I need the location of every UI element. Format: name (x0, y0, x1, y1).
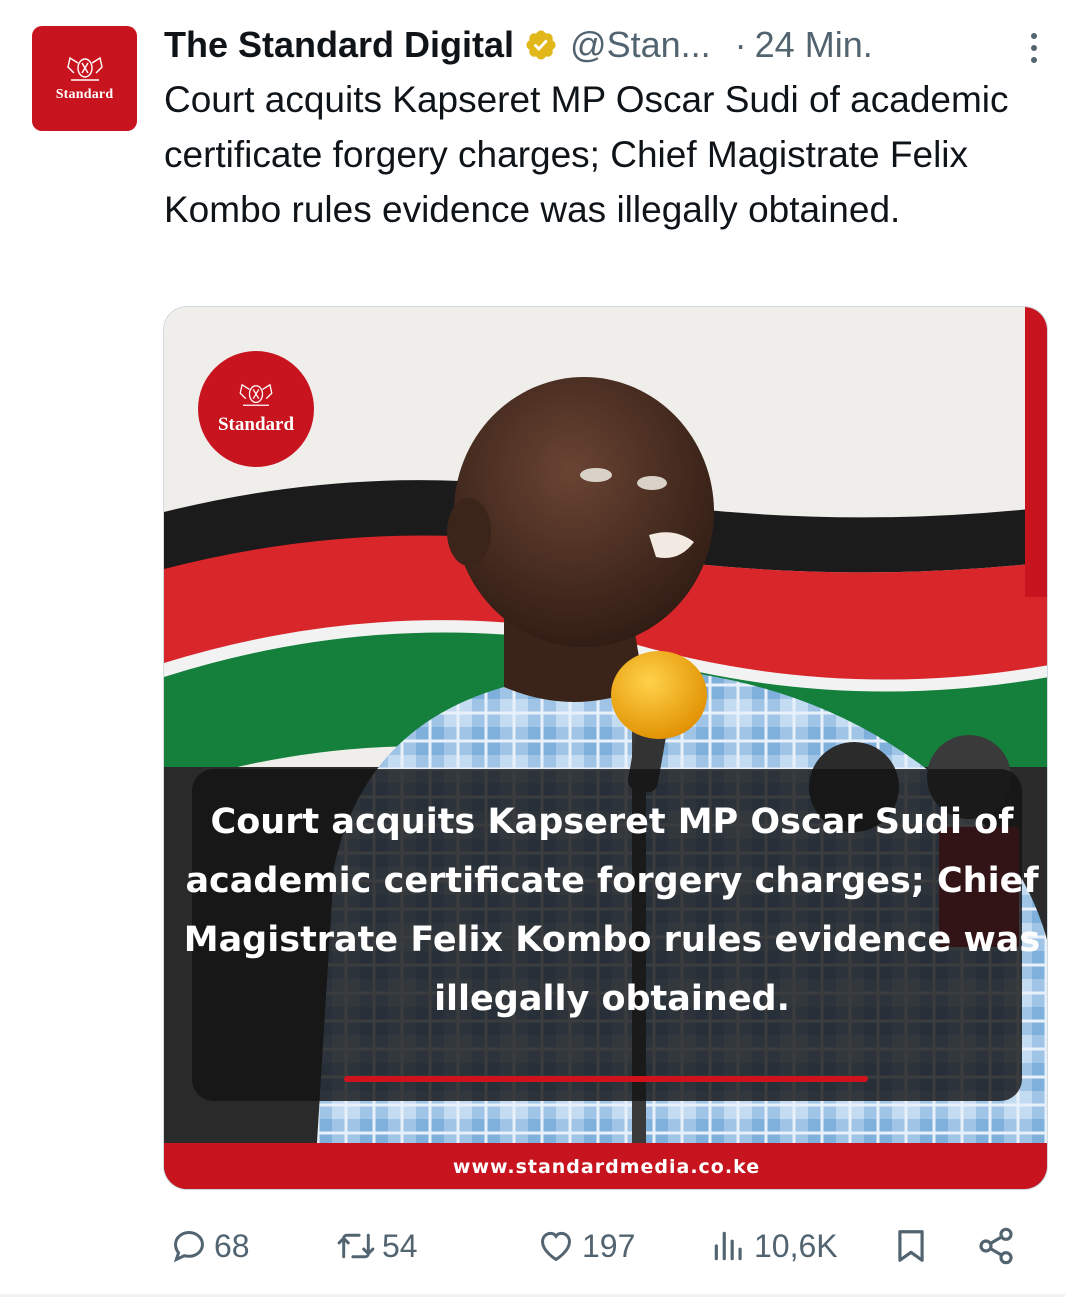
reply-button[interactable]: 68 (170, 1218, 250, 1274)
like-button[interactable]: 197 (536, 1218, 635, 1274)
repost-icon (337, 1233, 375, 1259)
footer-url: www.standardmedia.co.ke (452, 1156, 761, 1178)
like-count: 197 (582, 1227, 636, 1264)
timestamp[interactable]: 24 Min. (755, 24, 873, 66)
caption-underline (344, 1076, 868, 1082)
card-accent-stripe (1025, 307, 1047, 597)
repost-count: 54 (382, 1227, 418, 1264)
media-logo-brand: Standard (217, 414, 295, 435)
media-card[interactable]: Standard Court acquits Kapseret MP Oscar… (163, 306, 1048, 1190)
media-footer-bar: www.standardmedia.co.ke (164, 1143, 1047, 1189)
share-button[interactable] (976, 1218, 1016, 1274)
crest-icon (66, 56, 103, 81)
display-name[interactable]: The Standard Digital (164, 24, 514, 66)
bookmark-button[interactable] (892, 1218, 930, 1274)
views-count: 10,6K (754, 1227, 838, 1264)
action-bar: 68 54 197 10,6K (164, 1218, 1034, 1274)
reply-count: 68 (214, 1227, 250, 1264)
views-button[interactable]: 10,6K (710, 1218, 838, 1274)
avatar-brand: Standard (55, 86, 114, 102)
like-icon (541, 1231, 571, 1262)
avatar[interactable]: Standard (32, 26, 137, 131)
repost-button[interactable]: 54 (336, 1218, 418, 1274)
reply-icon (173, 1231, 204, 1263)
media-logo: Standard (198, 351, 314, 467)
bookmark-icon (898, 1230, 924, 1262)
handle[interactable]: @Stan... (570, 24, 711, 66)
verified-badge-icon[interactable] (524, 28, 558, 62)
separator-dot: · (734, 24, 747, 65)
views-icon (714, 1231, 742, 1261)
share-icon (979, 1227, 1013, 1265)
tweet-text: Court acquits Kapseret MP Oscar Sudi of … (164, 79, 1009, 230)
caption-text: Court acquits Kapseret MP Oscar Sudi of … (183, 802, 1041, 1019)
more-options-icon[interactable] (1024, 30, 1044, 66)
tweet-header: The Standard Digital @Stan... · 24 Min. (164, 22, 1044, 68)
crest-icon (239, 383, 273, 406)
tweet[interactable]: Standard The Standard Digital @Stan... ·… (0, 0, 1065, 1297)
